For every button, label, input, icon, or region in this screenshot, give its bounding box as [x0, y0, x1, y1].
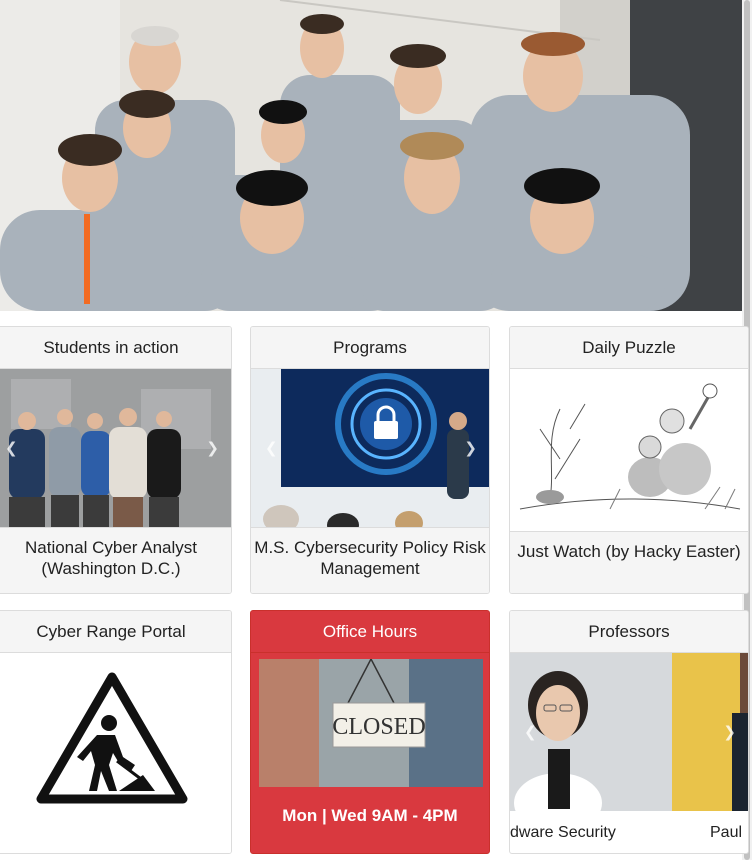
carousel-next-icon[interactable]: ❯	[206, 439, 219, 457]
card-title: Programs	[251, 327, 489, 369]
carousel-prev-icon[interactable]: ❮	[5, 439, 18, 457]
card-students-in-action[interactable]: Students in action ❮ ❯ National Cyber An…	[0, 326, 232, 594]
carousel-prev-icon[interactable]: ❮	[524, 723, 537, 741]
card-professors[interactable]: Professors ❮ ❯ dware Security Paul	[509, 610, 749, 854]
card-caption: M.S. Cybersecurity Policy Risk Managemen…	[251, 527, 489, 593]
sign-text: CLOSED	[332, 714, 425, 740]
students-carousel-image: ❮ ❯	[0, 369, 231, 527]
card-programs[interactable]: Programs ❮ ❯ M.S. Cybersecurity Policy R…	[250, 326, 490, 594]
carousel-next-icon[interactable]: ❯	[464, 439, 477, 457]
carousel-next-icon[interactable]: ❯	[723, 723, 736, 741]
card-office-hours[interactable]: Office Hours CLOSED Mon | Wed 9AM - 4PM	[250, 610, 490, 854]
card-title: Professors	[510, 611, 748, 653]
card-caption: National Cyber Analyst (Washington D.C.)	[0, 527, 231, 593]
professor-slide-captions: dware Security Paul	[510, 824, 748, 848]
puzzle-image	[510, 369, 748, 531]
programs-carousel-image: ❮ ❯	[251, 369, 489, 527]
carousel-prev-icon[interactable]: ❮	[265, 439, 278, 457]
hero-team-photo	[0, 0, 742, 311]
card-title: Daily Puzzle	[510, 327, 748, 369]
card-caption: Just Watch (by Hacky Easter)	[510, 531, 748, 593]
card-title: Cyber Range Portal	[0, 611, 231, 653]
professor-caption: Paul	[710, 824, 743, 841]
professor-caption: dware Security	[510, 824, 616, 841]
card-cyber-range-portal[interactable]: Cyber Range Portal	[0, 610, 232, 854]
office-hours-time: Mon | Wed 9AM - 4PM	[282, 806, 458, 825]
card-title: Students in action	[0, 327, 231, 369]
lock-icon	[374, 421, 398, 439]
card-title: Office Hours	[251, 611, 489, 653]
construction-sign-icon	[0, 653, 231, 853]
card-daily-puzzle[interactable]: Daily Puzzle Just Watch (by Hacky Easter…	[509, 326, 749, 594]
closed-sign-image: CLOSED	[259, 659, 483, 787]
professors-carousel-image: ❮ ❯	[510, 653, 748, 811]
